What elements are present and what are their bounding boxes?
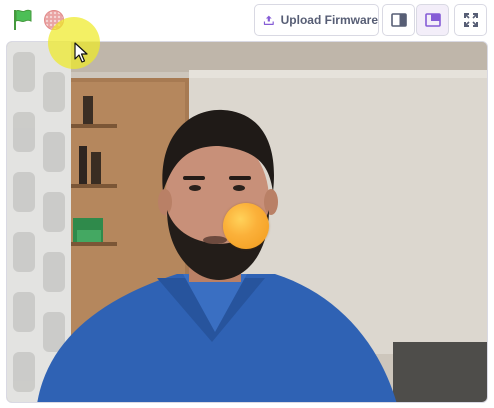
large-stage-icon [424, 13, 441, 27]
green-flag-button[interactable] [8, 6, 36, 34]
upload-firmware-label: Upload Firmware [280, 13, 378, 27]
stage-toolbar: Upload Firmware [0, 0, 494, 69]
app-window: Upload Firmware [0, 0, 494, 408]
mouse-cursor-icon [74, 42, 88, 63]
upload-firmware-button[interactable]: Upload Firmware [254, 4, 379, 36]
green-flag-icon [14, 9, 32, 30]
small-stage-button[interactable] [382, 4, 415, 36]
large-stage-button[interactable] [416, 4, 449, 36]
small-stage-icon [390, 13, 407, 27]
upload-icon [263, 15, 274, 25]
orange-ball-sprite[interactable] [223, 203, 269, 249]
fullscreen-icon [463, 13, 478, 27]
stage-canvas[interactable] [6, 41, 488, 403]
fullscreen-button[interactable] [454, 4, 487, 36]
